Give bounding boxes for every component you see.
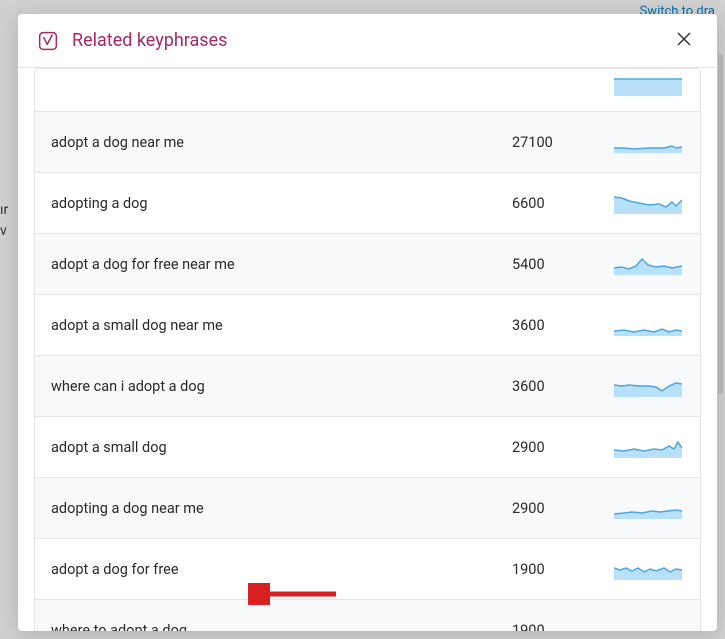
trend-sparkline	[612, 130, 684, 154]
keyphrase-cell: adopting a dog near me	[51, 500, 512, 517]
volume-cell: 5400	[512, 256, 612, 273]
trend-sparkline	[612, 496, 684, 520]
modal-body: adopt a dogadopt a dog near me27100adopt…	[18, 68, 717, 631]
table-row[interactable]: where can i adopt a dog3600	[35, 356, 700, 417]
table-row[interactable]: adopting a dog6600	[35, 173, 700, 234]
trend-sparkline	[612, 252, 684, 276]
keyphrase-cell: adopt a small dog near me	[51, 317, 512, 334]
trend-sparkline	[612, 618, 684, 631]
trend-sparkline	[612, 313, 684, 337]
table-row[interactable]: adopting a dog near me2900	[35, 478, 700, 539]
scrollbar-thumb[interactable]	[718, 54, 723, 394]
trend-sparkline	[612, 191, 684, 215]
trend-sparkline	[612, 435, 684, 459]
keyphrase-cell: where to adopt a dog	[51, 622, 512, 632]
yoast-logo-icon	[38, 31, 58, 51]
table-row[interactable]: adopt a dog near me27100	[35, 112, 700, 173]
table-row[interactable]: adopt a dog for free1900	[35, 539, 700, 600]
keyphrases-table: adopt a dogadopt a dog near me27100adopt…	[34, 68, 701, 631]
close-icon	[675, 30, 693, 51]
modal-title: Related keyphrases	[72, 30, 227, 51]
trend-sparkline	[612, 374, 684, 398]
table-row[interactable]: adopt a dog	[35, 69, 700, 112]
volume-cell: 1900	[512, 561, 612, 578]
volume-cell: 6600	[512, 195, 612, 212]
table-row[interactable]: adopt a small dog2900	[35, 417, 700, 478]
table-row[interactable]: where to adopt a dog1900	[35, 600, 700, 631]
trend-sparkline	[612, 73, 684, 97]
related-keyphrases-modal: Related keyphrases adopt a dogadopt a do…	[18, 14, 717, 631]
annotation-arrow-icon	[248, 583, 338, 609]
volume-cell: 2900	[512, 439, 612, 456]
volume-cell: 2900	[512, 500, 612, 517]
keyphrase-cell: adopt a small dog	[51, 439, 512, 456]
volume-cell: 3600	[512, 378, 612, 395]
keyphrase-cell: where can i adopt a dog	[51, 378, 512, 395]
volume-cell: 27100	[512, 134, 612, 151]
scrollbar[interactable]	[717, 14, 723, 631]
keyphrase-cell: adopt a dog for free near me	[51, 256, 512, 273]
trend-sparkline	[612, 557, 684, 581]
keyphrase-cell: adopting a dog	[51, 195, 512, 212]
volume-cell: 1900	[512, 622, 612, 632]
table-row[interactable]: adopt a small dog near me3600	[35, 295, 700, 356]
keyphrase-cell: adopt a dog near me	[51, 134, 512, 151]
table-row[interactable]: adopt a dog for free near me5400	[35, 234, 700, 295]
keyphrase-cell: adopt a dog for free	[51, 561, 512, 578]
bg-left-text: ır v	[0, 200, 8, 242]
modal-header: Related keyphrases	[18, 14, 717, 68]
close-button[interactable]	[671, 26, 697, 55]
volume-cell: 3600	[512, 317, 612, 334]
